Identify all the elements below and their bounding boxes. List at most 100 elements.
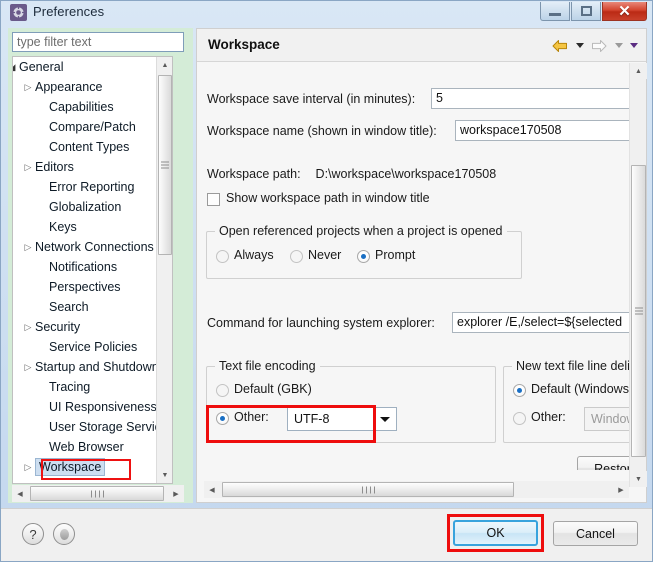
delimiter-other-radio[interactable]	[513, 412, 526, 425]
sidebar-item-keys[interactable]: Keys	[13, 217, 172, 237]
radio-never[interactable]	[290, 250, 303, 263]
scroll-left-arrow-icon[interactable]: ◀	[12, 485, 28, 502]
back-history-dropdown[interactable]	[573, 36, 586, 55]
sidebar-item-label: Keys	[49, 220, 77, 234]
content-scrollbar-thumb[interactable]	[631, 165, 646, 457]
delimiter-other-label: Other:	[531, 410, 566, 424]
sidebar-item-editors[interactable]: ▷ Editors	[13, 157, 172, 177]
preferences-dialog: Preferences ✕ ◢General▷AppearanceCapabil…	[0, 0, 653, 562]
filter-field-wrap	[12, 32, 184, 52]
delimiter-combo-value: Windows	[591, 412, 629, 426]
sidebar-item-compare-patch[interactable]: Compare/Patch	[13, 117, 172, 137]
restore-defaults-button[interactable]: Restore	[577, 456, 629, 470]
sidebar-item-label: Perspectives	[49, 280, 121, 294]
sidebar-item-startup-and-shutdown[interactable]: ▷ Startup and Shutdown	[13, 357, 172, 377]
tree-hscrollbar-thumb[interactable]	[30, 486, 164, 501]
content-scroll-down-arrow-icon[interactable]: ▼	[630, 471, 647, 487]
sidebar-item-label: Workspace	[35, 458, 106, 476]
window-title: Preferences	[33, 4, 105, 19]
content-scroll-left-arrow-icon[interactable]: ◀	[204, 481, 220, 498]
sidebar-item-appearance[interactable]: ▷ Appearance	[13, 77, 172, 97]
preference-form: Workspace save interval (in minutes): 5 …	[197, 63, 629, 470]
content-scroll-up-arrow-icon[interactable]: ▲	[630, 63, 647, 79]
delimiter-default-radio[interactable]	[513, 384, 526, 397]
sidebar-item-network-connections[interactable]: ▷ Network Connections	[13, 237, 172, 257]
minimize-icon	[549, 12, 561, 16]
forward-arrow-icon[interactable]	[588, 36, 610, 55]
sidebar-item-capabilities[interactable]: Capabilities	[13, 97, 172, 117]
sidebar-item-web-browser[interactable]: Web Browser	[13, 437, 172, 457]
tree-scrollbar-thumb[interactable]	[158, 75, 172, 255]
sidebar-item-service-policies[interactable]: Service Policies	[13, 337, 172, 357]
cancel-button[interactable]: Cancel	[553, 521, 638, 546]
sidebar-item-general[interactable]: ◢General	[13, 57, 172, 77]
sidebar-item-label: UI Responsiveness Monitoring	[49, 400, 172, 414]
sidebar-item-search[interactable]: Search	[13, 297, 172, 317]
text-file-encoding-legend: Text file encoding	[215, 359, 320, 373]
delimiter-default-label: Default (Windows)	[531, 382, 629, 396]
page-title: Workspace	[208, 37, 280, 52]
chevron-right-icon[interactable]: ▷	[21, 457, 35, 477]
sidebar-item-label: Compare/Patch	[49, 120, 136, 134]
sidebar-item-user-storage-service[interactable]: User Storage Service	[13, 417, 172, 437]
delimiter-combo[interactable]: Windows	[584, 407, 629, 431]
show-workspace-path-checkbox[interactable]	[207, 193, 220, 206]
chevron-down-icon[interactable]: ◢	[13, 57, 19, 77]
sidebar-item-label: Editors	[35, 160, 74, 174]
sidebar-item-notifications[interactable]: Notifications	[13, 257, 172, 277]
tree-item-list: ◢General▷AppearanceCapabilitiesCompare/P…	[13, 57, 172, 477]
sidebar-item-label: General	[19, 60, 64, 74]
help-icon[interactable]: ?	[22, 523, 44, 545]
sidebar-item-ui-responsiveness-monitoring[interactable]: UI Responsiveness Monitoring	[13, 397, 172, 417]
show-workspace-path-label: Show workspace path in window title	[226, 191, 430, 205]
sidebar-item-tracing[interactable]: Tracing	[13, 377, 172, 397]
workspace-name-input[interactable]: workspace170508	[455, 120, 629, 141]
workspace-name-label: Workspace name (shown in window title):	[207, 124, 437, 138]
content-scroll-right-arrow-icon[interactable]: ▶	[613, 481, 629, 498]
content-vertical-scrollbar[interactable]: ▲ ▼	[629, 63, 647, 487]
chevron-right-icon[interactable]: ▷	[21, 157, 35, 177]
chevron-right-icon[interactable]: ▷	[21, 77, 35, 97]
encoding-combo[interactable]: UTF-8	[287, 407, 397, 431]
sidebar-item-label: Service Policies	[49, 340, 138, 354]
radio-always[interactable]	[216, 250, 229, 263]
search-input[interactable]	[13, 33, 183, 51]
gear-icon	[10, 4, 27, 21]
close-button[interactable]: ✕	[602, 2, 647, 21]
back-arrow-icon[interactable]	[549, 36, 571, 55]
scroll-down-arrow-icon[interactable]: ▼	[157, 467, 172, 483]
content-hscrollbar-thumb[interactable]	[222, 482, 514, 497]
sidebar-item-perspectives[interactable]: Perspectives	[13, 277, 172, 297]
ok-button[interactable]: OK	[453, 520, 538, 546]
scroll-right-arrow-icon[interactable]: ▶	[168, 485, 184, 502]
apply-icon[interactable]	[53, 523, 75, 545]
navigation-toolbar	[549, 36, 640, 55]
tree-horizontal-scrollbar[interactable]: ◀ ▶	[12, 485, 184, 502]
sidebar-item-workspace[interactable]: ▷ Workspace	[13, 457, 172, 477]
sidebar-item-globalization[interactable]: Globalization	[13, 197, 172, 217]
workspace-path-label: Workspace path: D:\workspace\workspace17…	[207, 167, 496, 181]
chevron-right-icon[interactable]: ▷	[21, 317, 35, 337]
tree-vertical-scrollbar[interactable]: ▲ ▼	[156, 57, 172, 483]
radio-prompt[interactable]	[357, 250, 370, 263]
explorer-command-input[interactable]: explorer /E,/select=${selected	[452, 312, 629, 333]
minimize-button[interactable]	[540, 2, 570, 21]
radio-prompt-label: Prompt	[375, 248, 416, 262]
forward-history-dropdown[interactable]	[612, 36, 625, 55]
preferences-tree[interactable]: ◢General▷AppearanceCapabilitiesCompare/P…	[12, 56, 173, 484]
chevron-right-icon[interactable]: ▷	[21, 237, 35, 257]
sidebar-item-security[interactable]: ▷ Security	[13, 317, 172, 337]
explorer-command-label: Command for launching system explorer:	[207, 316, 435, 330]
chevron-right-icon[interactable]: ▷	[21, 357, 35, 377]
save-interval-input[interactable]: 5	[431, 88, 629, 109]
maximize-button[interactable]	[571, 2, 601, 21]
scroll-up-arrow-icon[interactable]: ▲	[157, 57, 172, 73]
sidebar-item-error-reporting[interactable]: Error Reporting	[13, 177, 172, 197]
encoding-other-radio[interactable]	[216, 412, 229, 425]
content-horizontal-scrollbar[interactable]: ◀ ▶	[204, 481, 629, 498]
chevron-down-icon[interactable]	[374, 416, 396, 422]
open-referenced-group: Open referenced projects when a project …	[206, 224, 522, 279]
view-menu-icon[interactable]	[627, 36, 640, 55]
encoding-default-radio[interactable]	[216, 384, 229, 397]
sidebar-item-content-types[interactable]: Content Types	[13, 137, 172, 157]
